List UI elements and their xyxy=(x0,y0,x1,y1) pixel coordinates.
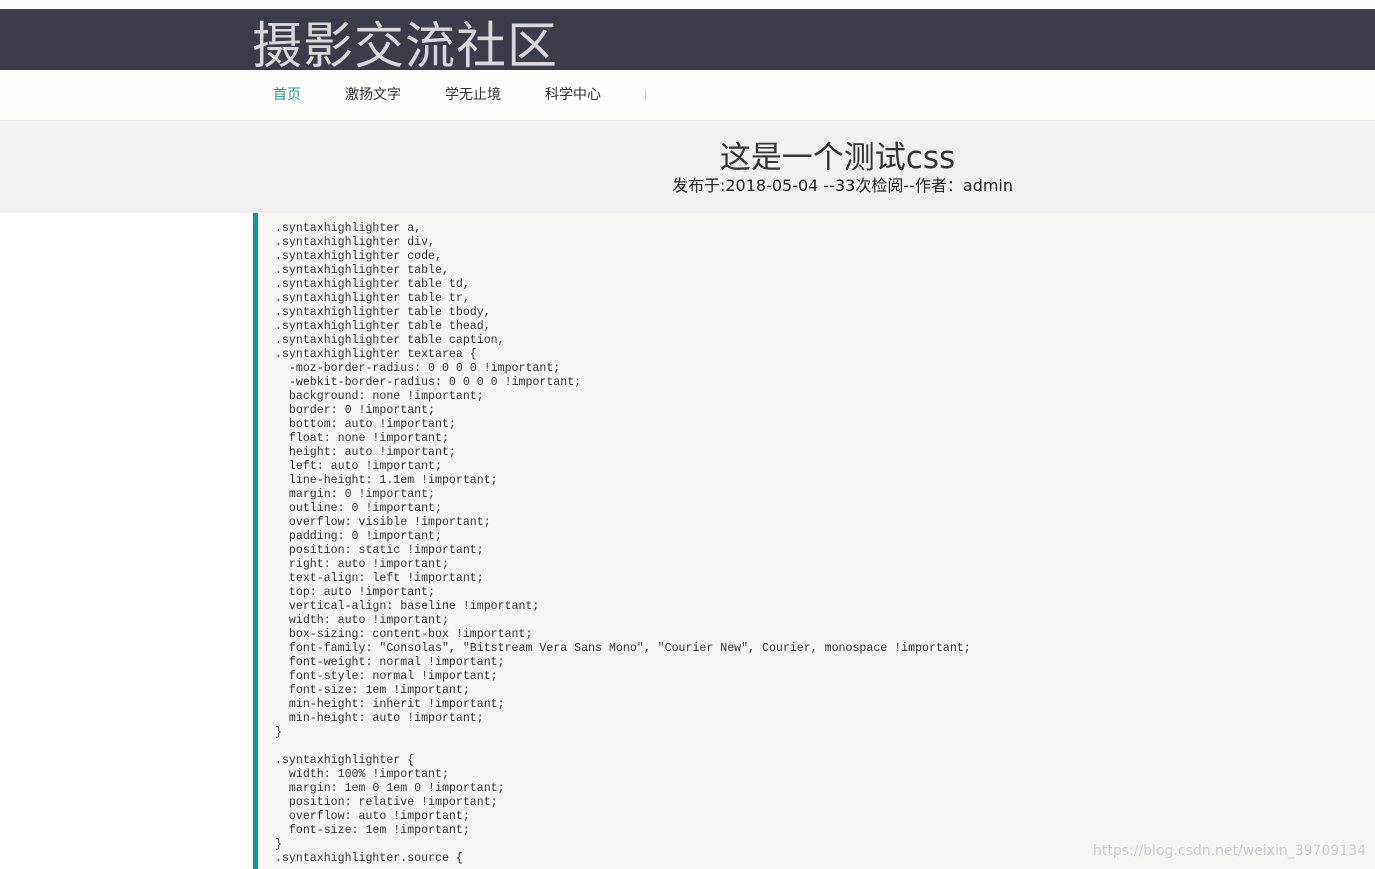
main-nav: 首页 激扬文字 学无止境 科学中心 xyxy=(0,70,1375,121)
site-header: 摄影交流社区 xyxy=(0,9,1375,75)
code-line: position: relative !important; xyxy=(275,796,498,809)
post-header: 这是一个测试css 发布于:2018-05-04 --33次检阅--作者：adm… xyxy=(0,121,1375,213)
code-content: .syntaxhighlighter a, .syntaxhighlighter… xyxy=(275,222,971,866)
nav-item-learning[interactable]: 学无止境 xyxy=(445,86,501,104)
code-line: -webkit-border-radius: 0 0 0 0 !importan… xyxy=(275,376,582,389)
code-line: vertical-align: baseline !important; xyxy=(275,600,540,613)
code-line: background: none !important; xyxy=(275,390,484,403)
nav-divider xyxy=(645,90,646,100)
code-line: min-height: inherit !important; xyxy=(275,698,505,711)
code-line: -moz-border-radius: 0 0 0 0 !important; xyxy=(275,362,561,375)
code-line: .syntaxhighlighter code, xyxy=(275,250,442,263)
code-line: } xyxy=(275,726,282,739)
post-meta: 发布于:2018-05-04 --33次检阅--作者：admin xyxy=(671,176,1014,195)
code-line: float: none !important; xyxy=(275,432,449,445)
code-line: font-weight: normal !important; xyxy=(275,656,505,669)
code-line: overflow: auto !important; xyxy=(275,810,470,823)
code-line: height: auto !important; xyxy=(275,446,456,459)
code-line: width: auto !important; xyxy=(275,614,449,627)
code-line: margin: 1em 0 1em 0 !important; xyxy=(275,782,505,795)
code-line: border: 0 !important; xyxy=(275,404,436,417)
code-line: width: 100% !important; xyxy=(275,768,449,781)
code-line: font-size: 1em !important; xyxy=(275,684,470,697)
watermark: https://blog.csdn.net/weixin_39709134 xyxy=(1092,843,1366,859)
code-line: line-height: 1.1em !important; xyxy=(275,474,498,487)
code-line: min-height: auto !important; xyxy=(275,712,484,725)
code-line: .syntaxhighlighter a, xyxy=(275,222,422,235)
code-line: padding: 0 !important; xyxy=(275,530,442,543)
nav-item-home[interactable]: 首页 xyxy=(273,86,301,104)
code-line: outline: 0 !important; xyxy=(275,502,442,515)
code-line: .syntaxhighlighter table td, xyxy=(275,278,470,291)
nav-item-science[interactable]: 科学中心 xyxy=(545,86,601,104)
code-line: .syntaxhighlighter div, xyxy=(275,236,436,249)
code-line: bottom: auto !important; xyxy=(275,418,456,431)
top-strip xyxy=(0,0,1375,9)
code-line: right: auto !important; xyxy=(275,558,449,571)
code-line: overflow: visible !important; xyxy=(275,516,491,529)
code-line: .syntaxhighlighter.source { xyxy=(275,852,463,865)
code-line: text-align: left !important; xyxy=(275,572,484,585)
code-line: } xyxy=(275,838,282,851)
code-line: position: static !important; xyxy=(275,544,484,557)
code-line: font-style: normal !important; xyxy=(275,670,498,683)
code-line: .syntaxhighlighter table tr, xyxy=(275,292,470,305)
code-line: font-size: 1em !important; xyxy=(275,824,470,837)
post-title: 这是一个测试css xyxy=(719,140,956,176)
code-line: .syntaxhighlighter textarea { xyxy=(275,348,477,361)
nav-item-writing[interactable]: 激扬文字 xyxy=(345,86,401,104)
code-line: .syntaxhighlighter table tbody, xyxy=(275,306,491,319)
code-line: .syntaxhighlighter { xyxy=(275,754,415,767)
code-line: margin: 0 !important; xyxy=(275,488,436,501)
code-line: font-family: "Consolas", "Bitstream Vera… xyxy=(275,642,971,655)
code-line: top: auto !important; xyxy=(275,586,436,599)
code-line: .syntaxhighlighter table caption, xyxy=(275,334,505,347)
code-block: .syntaxhighlighter a, .syntaxhighlighter… xyxy=(253,213,1375,869)
code-line: left: auto !important; xyxy=(275,460,442,473)
code-line: .syntaxhighlighter table, xyxy=(275,264,449,277)
code-line: box-sizing: content-box !important; xyxy=(275,628,533,641)
code-line: .syntaxhighlighter table thead, xyxy=(275,320,491,333)
